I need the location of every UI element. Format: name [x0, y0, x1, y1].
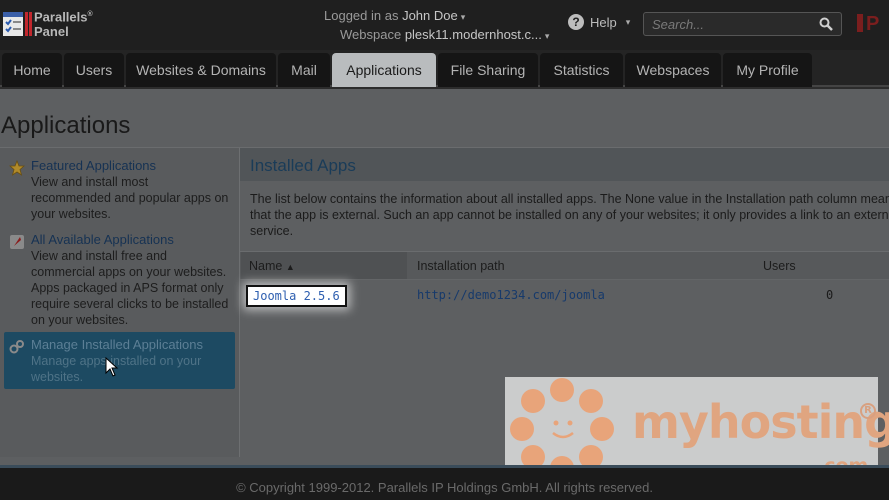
panel-title: Installed Apps [250, 156, 356, 175]
brand-mark-letter: P [866, 13, 880, 35]
users-count: 0 [826, 288, 834, 302]
column-header-path[interactable]: Installation path [417, 252, 505, 280]
copyright-text: © Copyright 1999-2012. Parallels IP Hold… [236, 480, 653, 495]
tab-home[interactable]: Home [2, 53, 62, 87]
mouse-cursor-icon [105, 357, 119, 377]
watermark-logo-icon [510, 378, 614, 479]
search-box [643, 12, 842, 36]
chevron-down-icon: ▾ [625, 16, 631, 27]
sidebar-item-title[interactable]: Manage Installed Applications [31, 337, 203, 352]
gears-icon [9, 340, 24, 354]
sidebar-item-desc: View and install free and commercial app… [31, 249, 229, 327]
webspace-label: Webspace [340, 27, 402, 42]
watermark: myhosting R .com [505, 377, 889, 479]
help-label: Help [590, 14, 617, 30]
desc-line: that the app is external. Such an app ca… [250, 208, 889, 222]
tab-statistics[interactable]: Statistics [540, 53, 623, 87]
top-header: Parallels® Panel Logged in as John Doe ▾ … [0, 0, 889, 50]
column-label: Name [249, 259, 283, 273]
sidebar-item-title[interactable]: All Available Applications [31, 232, 174, 247]
desc-line: The list below contains the information … [250, 192, 889, 206]
user-name: John Doe [402, 8, 458, 23]
brand-line2: Panel [34, 24, 69, 40]
tab-websites-domains[interactable]: Websites & Domains [126, 53, 276, 87]
tab-label: Applications [346, 62, 422, 78]
sidebar-item-title[interactable]: Featured Applications [31, 158, 156, 173]
footer: © Copyright 1999-2012. Parallels IP Hold… [0, 465, 889, 500]
tab-label: Users [75, 62, 113, 78]
chevron-down-icon: ▾ [460, 12, 466, 22]
column-header-users[interactable]: Users [763, 252, 796, 280]
sidebar-item-all-available[interactable]: All Available Applications View and inst… [9, 232, 234, 328]
tab-applications[interactable]: Applications [332, 53, 436, 87]
column-header-name[interactable]: Name ▲ [241, 252, 407, 280]
sidebar-item-manage-installed[interactable]: Manage Installed Applications Manage app… [4, 332, 235, 389]
user-menu[interactable]: John Doe ▾ [402, 8, 465, 23]
app-catalog-icon [10, 235, 24, 249]
logged-in-label: Logged in as [324, 8, 399, 23]
sort-ascending-icon: ▲ [285, 262, 295, 272]
webspace-value: plesk11.modernhost.c... [404, 27, 542, 42]
help-menu[interactable]: ? Help ▾ [568, 14, 630, 30]
tab-webspaces[interactable]: Webspaces [625, 53, 721, 87]
search-input[interactable] [644, 13, 814, 35]
tab-label: Home [13, 62, 51, 78]
sidebar: Featured Applications View and install m… [0, 147, 240, 457]
watermark-text: myhosting [632, 395, 889, 449]
tab-my-profile[interactable]: My Profile [723, 53, 812, 87]
account-info: Logged in as John Doe ▾ Webspace plesk11.… [324, 7, 549, 45]
page-title: Applications [1, 112, 131, 139]
star-icon [9, 160, 25, 176]
main-nav: Home Users Websites & Domains Mail Appli… [0, 50, 889, 87]
chevron-down-icon: ▾ [544, 31, 550, 41]
tab-file-sharing[interactable]: File Sharing [438, 53, 538, 87]
webspace-selector[interactable]: plesk11.modernhost.c... ▾ [405, 27, 550, 42]
sidebar-item-desc: View and install most recommended and po… [31, 175, 229, 221]
app-name-link[interactable]: Joomla 2.5.6 [246, 285, 347, 307]
install-path-link[interactable]: http://demo1234.com/joomla [417, 288, 605, 302]
tab-label: My Profile [736, 62, 799, 78]
tab-label: Webspaces [636, 62, 710, 78]
help-icon: ? [568, 14, 584, 30]
panel-header: Installed Apps [240, 147, 889, 181]
brand-name[interactable]: Parallels® Panel [34, 7, 93, 39]
parallels-logo-icon[interactable] [2, 9, 32, 39]
brand-reg: ® [87, 11, 93, 18]
watermark-reg-icon: R [860, 403, 876, 419]
tab-label: Mail [291, 62, 317, 78]
parallels-mark-icon: P [857, 13, 879, 36]
table-row: Joomla 2.5.6 http://demo1234.com/joomla … [240, 279, 889, 309]
sidebar-item-desc: Manage apps installed on your websites. [31, 354, 202, 384]
tab-users[interactable]: Users [64, 53, 124, 87]
sidebar-item-featured[interactable]: Featured Applications View and install m… [9, 158, 234, 222]
tab-label: File Sharing [450, 62, 526, 78]
table-header: Name ▲ Installation path Users [240, 251, 889, 280]
tab-mail[interactable]: Mail [278, 53, 330, 87]
brand-line1: Parallels [34, 9, 88, 25]
search-icon[interactable] [819, 17, 833, 31]
panel-description: The list below contains the information … [250, 191, 889, 239]
tab-label: Websites & Domains [136, 62, 266, 78]
desc-line: service. [250, 224, 294, 238]
tab-label: Statistics [553, 62, 610, 78]
